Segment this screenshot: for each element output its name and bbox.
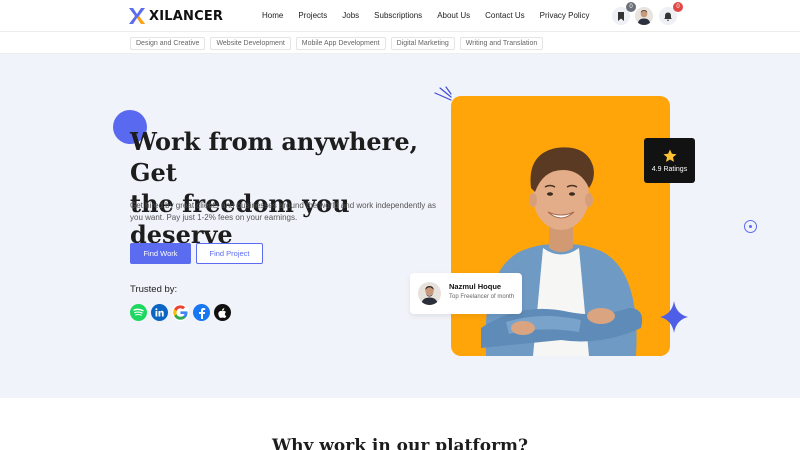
- main-nav: Home Projects Jobs Subscriptions About U…: [262, 11, 604, 20]
- find-work-button[interactable]: Find Work: [130, 243, 191, 264]
- nav-projects[interactable]: Projects: [298, 11, 327, 20]
- bookmark-icon: [618, 11, 624, 21]
- bookmark-button[interactable]: 0: [612, 2, 636, 25]
- nav-jobs[interactable]: Jobs: [342, 11, 359, 20]
- category-design-and-creative[interactable]: Design and Creative: [130, 37, 206, 50]
- freelancer-role: Top Freelancer of month: [449, 294, 515, 300]
- nav-contact-us[interactable]: Contact Us: [485, 11, 525, 20]
- nav-about-us[interactable]: About Us: [437, 11, 470, 20]
- brand-name: XILANCER: [149, 8, 224, 24]
- rating-card: 4.9 Ratings: [644, 138, 695, 183]
- notification-count-badge: 0: [673, 2, 683, 12]
- linkedin-icon[interactable]: [151, 304, 168, 321]
- nav-privacy-policy[interactable]: Privacy Policy: [540, 11, 590, 20]
- apple-icon[interactable]: [214, 304, 231, 321]
- scroll-dot-icon: [749, 225, 752, 228]
- freelancer-avatar: [418, 282, 441, 305]
- category-website-development[interactable]: Website Development: [210, 37, 291, 50]
- star-icon: [663, 149, 676, 162]
- trusted-by-label: Trusted by:: [130, 284, 178, 295]
- scroll-indicator-button[interactable]: [744, 220, 757, 233]
- hero-subtext: Get hired by great clients and businesse…: [130, 201, 436, 222]
- top-freelancer-card[interactable]: Nazmul Hoque Top Freelancer of month: [410, 273, 522, 314]
- category-bar: Design and Creative Website Development …: [0, 32, 800, 54]
- nav-home[interactable]: Home: [262, 11, 283, 20]
- category-writing-and-translation[interactable]: Writing and Translation: [459, 37, 544, 50]
- hero-headline: Work from anywhere, Get the freedom you …: [130, 126, 450, 250]
- bell-icon: [664, 12, 672, 21]
- section-title: Why work in our platform?: [272, 436, 528, 450]
- category-list: Design and Creative Website Development …: [130, 37, 548, 50]
- freelancer-avatar-image: [421, 286, 438, 305]
- rating-value: 4.9 Ratings: [651, 165, 688, 173]
- bookmark-count-badge: 0: [626, 2, 636, 12]
- user-avatar[interactable]: [635, 7, 653, 25]
- freelancer-name: Nazmul Hoque: [449, 282, 502, 291]
- logo-icon: [129, 8, 145, 24]
- spotify-icon[interactable]: [130, 304, 147, 321]
- header-actions: 0 0: [612, 2, 683, 25]
- nav-subscriptions[interactable]: Subscriptions: [374, 11, 422, 20]
- sparkle-icon: [660, 301, 688, 333]
- hero-person-image: [481, 147, 643, 356]
- trusted-brands: [130, 304, 235, 321]
- facebook-icon[interactable]: [193, 304, 210, 321]
- hero-headline-line-1: Work from anywhere, Get: [130, 127, 418, 187]
- user-avatar-image: [637, 10, 651, 25]
- site-header: XILANCER Home Projects Jobs Subscription…: [0, 0, 800, 32]
- find-project-button[interactable]: Find Project: [196, 243, 263, 264]
- category-digital-marketing[interactable]: Digital Marketing: [390, 37, 455, 50]
- brand-logo[interactable]: XILANCER: [128, 7, 223, 25]
- google-icon[interactable]: [172, 304, 189, 321]
- category-mobile-app-development[interactable]: Mobile App Development: [295, 37, 386, 50]
- notification-button[interactable]: 0: [659, 2, 683, 25]
- hero-photo-card: [451, 96, 670, 356]
